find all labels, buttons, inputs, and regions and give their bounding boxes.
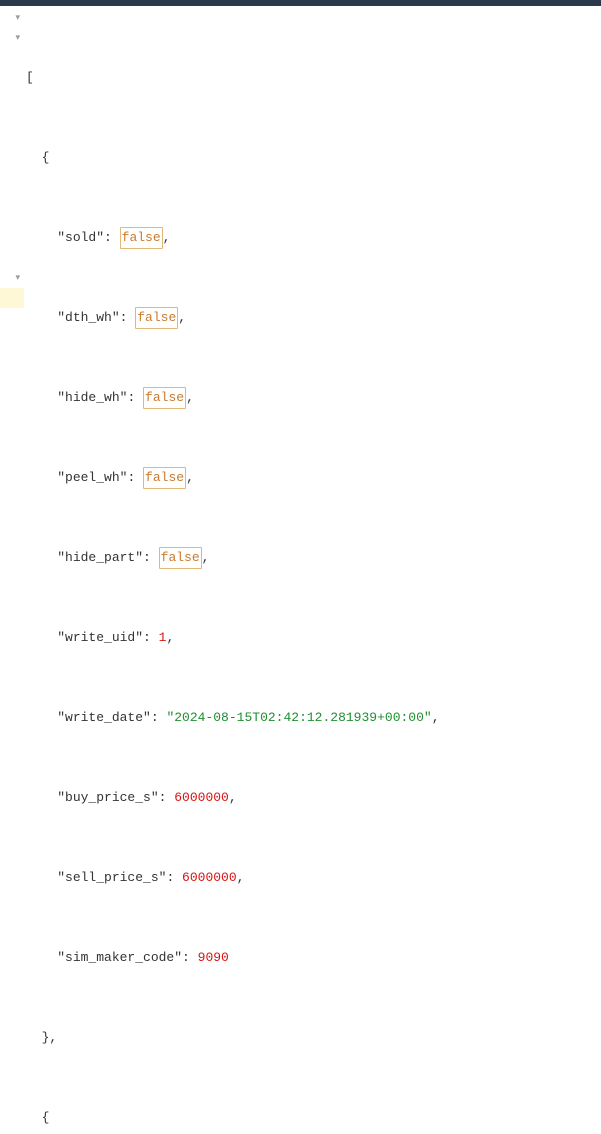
json-bool: false [143, 467, 186, 489]
brace-open: { [42, 148, 50, 168]
json-key: "hide_part" [57, 548, 143, 568]
code-line: "dth_wh": false, [26, 308, 601, 328]
json-bool: false [159, 547, 202, 569]
code-line: { [26, 1108, 601, 1128]
json-number: 1 [159, 628, 167, 648]
json-number: 6000000 [174, 788, 229, 808]
json-number: 6000000 [182, 868, 237, 888]
code-editor: ▾ ▾ ▾ [ { "sold": false, [0, 6, 601, 567]
code-area[interactable]: [ { "sold": false, "dth_wh": false, "hid… [24, 6, 601, 567]
json-key: "write_uid" [57, 628, 143, 648]
code-line: "sim_maker_code": 9090 [26, 948, 601, 968]
code-line: }, [26, 1028, 601, 1048]
code-line: { [26, 148, 601, 168]
json-key: "write_date" [57, 708, 151, 728]
code-line: "write_uid": 1, [26, 628, 601, 648]
json-key: "peel_wh" [57, 468, 127, 488]
code-line: "sold": false, [26, 228, 601, 248]
code-line: "write_date": "2024-08-15T02:42:12.28193… [26, 708, 601, 728]
code-line: "hide_wh": false, [26, 388, 601, 408]
json-key: "buy_price_s" [57, 788, 158, 808]
json-bool: false [120, 227, 163, 249]
json-key: "hide_wh" [57, 388, 127, 408]
fold-toggle-icon[interactable]: ▾ [15, 34, 20, 43]
json-bool: false [143, 387, 186, 409]
json-key: "sell_price_s" [57, 868, 166, 888]
json-string: "2024-08-15T02:42:12.281939+00:00" [166, 708, 431, 728]
code-line: "peel_wh": false, [26, 468, 601, 488]
bracket-open: [ [26, 68, 34, 88]
code-line: "hide_part": false, [26, 548, 601, 568]
json-key: "sim_maker_code" [57, 948, 182, 968]
brace-open: { [42, 1108, 50, 1128]
code-line: [ [26, 68, 601, 88]
json-number: 9090 [198, 948, 229, 968]
fold-toggle-icon[interactable]: ▾ [15, 14, 20, 23]
json-bool: false [135, 307, 178, 329]
brace-close: }, [42, 1028, 58, 1048]
code-line: "sell_price_s": 6000000, [26, 868, 601, 888]
json-key: "sold" [57, 228, 104, 248]
fold-gutter: ▾ ▾ ▾ [0, 6, 24, 567]
json-key: "dth_wh" [57, 308, 119, 328]
fold-toggle-icon[interactable]: ▾ [15, 274, 20, 283]
code-line: "buy_price_s": 6000000, [26, 788, 601, 808]
